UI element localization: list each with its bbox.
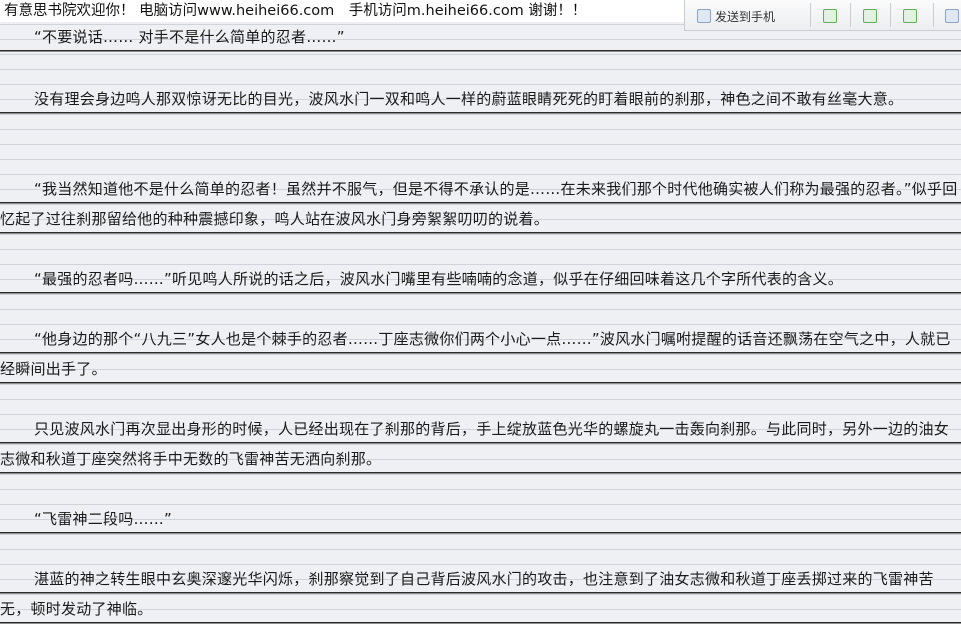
paragraph-4: “最强的忍者吗……”听见鸣人所说的话之后，波风水门嘴里有些喃喃的念道，似乎在仔细… bbox=[0, 264, 961, 294]
reader-toolbar: 发送到手机 bbox=[684, 0, 961, 31]
toolbar-separator bbox=[850, 3, 851, 27]
paragraph-6: 只见波风水门再次显出身形的时候，人已经出现在了刹那的背后，手上绽放蓝色光华的螺旋… bbox=[0, 414, 961, 474]
chapter-content: “不要说话…… 对手不是什么简单的忍者……” 没有理会身边鸣人那双惊讶无比的目光… bbox=[0, 0, 961, 624]
paragraph-5: “他身边的那个“八九三”女人也是个棘手的忍者……丁座志微你们两个小心一点……”波… bbox=[0, 324, 961, 384]
settings-icon[interactable] bbox=[903, 9, 917, 23]
bookmark-icon[interactable] bbox=[823, 9, 837, 23]
paragraph-3: “我当然知道他不是什么简单的忍者！虽然并不服气，但是不得不承认的是……在未来我们… bbox=[0, 174, 961, 234]
send-to-phone-label[interactable]: 发送到手机 bbox=[715, 8, 775, 25]
paragraph-7: “飞雷神二段吗……” bbox=[0, 504, 961, 534]
paragraph-8: 湛蓝的神之转生眼中玄奥深邃光华闪烁，刹那察觉到了自己背后波风水门的攻击，也注意到… bbox=[0, 564, 961, 624]
toolbar-separator bbox=[890, 3, 891, 27]
more-icon[interactable] bbox=[945, 9, 959, 23]
close-icon[interactable] bbox=[863, 9, 877, 23]
toolbar-separator bbox=[810, 3, 811, 27]
site-banner-text: 有意思书院欢迎你！ 电脑访问www.heihei66.com 手机访问m.hei… bbox=[4, 3, 587, 19]
paragraph-2: 没有理会身边鸣人那双惊讶无比的目光，波风水门一双和鸣人一样的蔚蓝眼睛死死的盯着眼… bbox=[0, 84, 961, 114]
send-to-phone-icon[interactable] bbox=[697, 9, 711, 23]
toolbar-separator bbox=[933, 3, 934, 27]
